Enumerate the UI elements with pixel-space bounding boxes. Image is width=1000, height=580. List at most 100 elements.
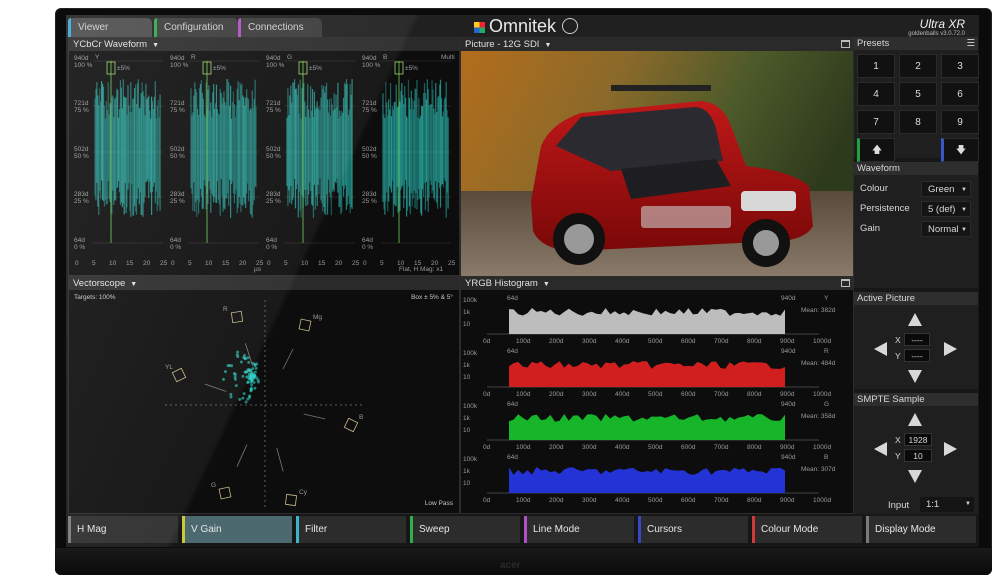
- preset-key-6[interactable]: 6: [941, 82, 979, 106]
- preset-key-9[interactable]: 9: [941, 110, 979, 134]
- preset-save-button[interactable]: 🡇: [941, 138, 979, 162]
- h-mag-button[interactable]: H Mag: [68, 516, 178, 543]
- clock-icon: [562, 18, 579, 34]
- colour-mode-button[interactable]: Colour Mode: [752, 516, 862, 543]
- target-label: B: [359, 414, 363, 421]
- tab-label: Configuration: [164, 22, 224, 33]
- vector-trace: [247, 360, 251, 364]
- vectorscope-header[interactable]: Vectorscope ▼: [69, 277, 459, 290]
- preset-load-button[interactable]: 🡅: [857, 138, 895, 162]
- arrow-right-icon[interactable]: [944, 342, 957, 356]
- chevron-down-icon[interactable]: ▼: [152, 42, 159, 49]
- x-tick-label: 200d: [549, 338, 564, 345]
- setting-label: Gain: [860, 223, 881, 234]
- arrow-up-icon[interactable]: [908, 313, 922, 326]
- button-label: Filter: [305, 524, 328, 535]
- y-value[interactable]: 10: [904, 449, 932, 462]
- button-color-bar: [866, 516, 869, 543]
- smpte-title: SMPTE Sample: [854, 393, 978, 406]
- button-label: Cursors: [647, 524, 683, 535]
- level-label: 940d: [170, 55, 185, 62]
- waveform-channel-y: 940d100 % 721d75 % 502d50 % 283d25 % 64d0 % Y…: [74, 54, 168, 267]
- scale-label: 100k: [463, 350, 478, 357]
- chevron-down-icon[interactable]: ▼: [130, 281, 137, 288]
- preset-key-2[interactable]: 2: [899, 54, 937, 78]
- scale-label: 1k: [463, 309, 471, 316]
- vector-trace: [243, 353, 247, 357]
- brand-logo: Omnitek: [474, 16, 579, 37]
- level-percent-label: 75 %: [170, 107, 185, 114]
- x-tick-label: 400d: [615, 391, 630, 398]
- x-tick-label: 600d: [681, 391, 696, 398]
- scale-label: 1k: [463, 362, 471, 369]
- preset-key-1[interactable]: 1: [857, 54, 895, 78]
- button-color-bar: [524, 516, 527, 543]
- target-label: G: [211, 482, 216, 489]
- tab-viewer[interactable]: Viewer: [68, 18, 152, 37]
- histogram-title: YRGB Histogram: [465, 278, 538, 289]
- histogram-display[interactable]: 100k1k1064d 940d YMean: 382d0d 100d 200d 300d…: [461, 290, 853, 514]
- colour-select[interactable]: Green ▼: [921, 181, 971, 197]
- waveform-header[interactable]: YCbCr Waveform ▼: [69, 38, 459, 51]
- menu-icon[interactable]: ☰: [966, 37, 975, 50]
- waveform-display[interactable]: 940d100 %721d75 %502d50 %283d25 %64d0 %Y…: [69, 51, 461, 277]
- select-value: 5 (def): [928, 204, 956, 215]
- sweep-button[interactable]: Sweep: [410, 516, 520, 543]
- x-tick-label: 5: [284, 260, 288, 267]
- level-percent-label: 50 %: [74, 153, 89, 160]
- gain-select[interactable]: Normal ▼: [921, 221, 971, 237]
- line-mode-button[interactable]: Line Mode: [524, 516, 634, 543]
- channel-label: R: [191, 54, 196, 61]
- level-label: 502d: [266, 146, 281, 153]
- maximize-icon[interactable]: [841, 40, 850, 48]
- vector-trace: [254, 366, 258, 370]
- level-label: 940d: [74, 55, 89, 62]
- select-value: 1:1: [926, 499, 940, 510]
- level-label: 64d: [362, 237, 373, 244]
- x-tick-label: 500d: [648, 497, 663, 504]
- button-label: Line Mode: [533, 524, 580, 535]
- chevron-down-icon[interactable]: ▼: [544, 42, 551, 49]
- x-value[interactable]: 1928: [904, 433, 932, 446]
- arrow-left-icon[interactable]: [874, 442, 887, 456]
- arrow-up-icon: 🡅: [871, 145, 883, 156]
- histogram-header[interactable]: YRGB Histogram ▼: [461, 277, 853, 290]
- x-tick-label: 200d: [549, 497, 564, 504]
- display-mode-button[interactable]: Display Mode: [866, 516, 976, 543]
- preset-key-5[interactable]: 5: [899, 82, 937, 106]
- preset-key-4[interactable]: 4: [857, 82, 895, 106]
- tab-connections[interactable]: Connections: [238, 18, 322, 37]
- histogram-row-b: 100k 1k 10 64d 940d B Mean: 307d 0d 100d 200d 300d…: [463, 454, 836, 504]
- chevron-down-icon[interactable]: ▼: [543, 281, 550, 288]
- vector-trace: [223, 370, 227, 374]
- picture-header[interactable]: Picture - 12G SDI ▼: [461, 38, 853, 51]
- presets-header: Presets ☰: [854, 37, 978, 50]
- cursors-button[interactable]: Cursors: [638, 516, 748, 543]
- x-tick-label: 100d: [516, 497, 531, 504]
- multi-label: Multi: [441, 54, 455, 61]
- target-label: Mg: [313, 314, 322, 321]
- active-picture-title: Active Picture: [854, 292, 978, 305]
- arrow-left-icon[interactable]: [874, 342, 887, 356]
- x-tick-label: 300d: [582, 444, 597, 451]
- preset-key-7[interactable]: 7: [857, 110, 895, 134]
- arrow-down-icon[interactable]: [908, 370, 922, 383]
- maximize-icon[interactable]: [841, 279, 850, 287]
- tab-configuration[interactable]: Configuration: [154, 18, 238, 37]
- x-label: X: [895, 435, 901, 445]
- vectorscope-display[interactable]: R Mg YL B G Cy: [69, 290, 461, 514]
- level-label: 64d: [266, 237, 277, 244]
- arrow-right-icon[interactable]: [944, 442, 957, 456]
- mean-label: Mean: 307d: [801, 466, 836, 473]
- waveform-channel-r: 940d100 % 721d75 % 502d50 % 283d25 % 64d0 % R…: [170, 54, 264, 267]
- arrow-down-icon[interactable]: [908, 470, 922, 483]
- preset-key-3[interactable]: 3: [941, 54, 979, 78]
- filter-button[interactable]: Filter: [296, 516, 406, 543]
- x-value[interactable]: ----: [904, 333, 930, 346]
- input-select[interactable]: 1:1 ▼: [920, 497, 974, 512]
- preset-key-8[interactable]: 8: [899, 110, 937, 134]
- y-value[interactable]: ----: [904, 349, 930, 362]
- arrow-up-icon[interactable]: [908, 413, 922, 426]
- persistence-select[interactable]: 5 (def) ▼: [921, 201, 971, 217]
- v-gain-button[interactable]: V Gain: [182, 516, 292, 543]
